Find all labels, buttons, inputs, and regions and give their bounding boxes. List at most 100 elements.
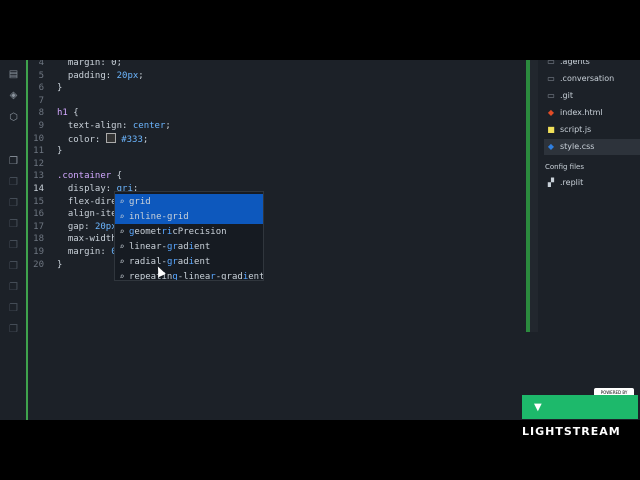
replit-icon: ▞ — [547, 178, 555, 187]
copy-icon[interactable]: ❐ — [8, 198, 19, 209]
autocomplete-text: eomet — [134, 227, 162, 237]
code-token: h1 — [57, 108, 68, 119]
code-text: padding: 20px; — [57, 70, 144, 83]
code-line[interactable]: 14 display: gri; — [28, 183, 526, 196]
autocomplete-item[interactable]: ⌕ repeating-linear-gradient — [115, 269, 264, 281]
line-number: 17 — [33, 221, 44, 232]
code-token: flex-dire — [57, 196, 117, 207]
code-line[interactable]: 12 — [28, 158, 526, 171]
code-text: margin: 0 — [57, 246, 117, 259]
book-icon[interactable]: ▤ — [8, 69, 19, 80]
code-token: 20px — [116, 70, 139, 81]
code-line[interactable]: 15 flex-dire — [28, 196, 526, 209]
search-icon: ⌕ — [119, 227, 125, 236]
copy-icon[interactable]: ❐ — [8, 156, 19, 167]
copy-icon[interactable]: ❐ — [8, 261, 19, 272]
editor-scrollbar[interactable] — [530, 60, 538, 332]
code-line[interactable]: 19 margin: 0 — [28, 246, 526, 259]
code-token: margin: 0; — [57, 60, 123, 68]
line-number: 5 — [38, 70, 44, 81]
autocomplete-text: linear- — [129, 242, 167, 252]
activity-bar: ▤ ◈ ⬡ ❐ ❐ ❐ ❐ ❐ ❐ ❐ ❐ ❐ — [0, 60, 26, 420]
autocomplete-text: inlin — [129, 212, 157, 222]
autocomplete-item[interactable]: ⌕ radial-gradient — [115, 254, 263, 269]
code-line[interactable]: 8 h1 { — [28, 107, 526, 120]
search-icon: ⌕ — [119, 272, 125, 281]
file-name: .replit — [560, 178, 584, 187]
copy-icon[interactable]: ❐ — [8, 240, 19, 251]
autocomplete-popup: ⌕ grid ⌕ inline-grid ⌕ geometricPrecision ⌕ lin… — [114, 191, 264, 281]
js-file-icon: ■ — [547, 125, 555, 134]
code-token: } — [57, 146, 63, 157]
autocomplete-text: ent — [248, 272, 264, 281]
file-item[interactable]: ■ script.js — [546, 122, 640, 138]
autocomplete-item[interactable]: ⌕ inline-grid — [115, 209, 263, 224]
autocomplete-item[interactable]: ⌕ geometricPrecision — [115, 224, 263, 239]
code-line[interactable]: 11} — [28, 145, 526, 158]
shield-icon[interactable]: ⬡ — [8, 112, 19, 123]
code-text: } — [57, 82, 62, 95]
autocomplete-text: gri — [166, 212, 184, 222]
code-token: .container — [57, 171, 112, 182]
file-item[interactable]: ▭ .agents — [546, 60, 640, 70]
code-text: margin: 0; — [57, 60, 122, 70]
line-number: 14 — [33, 184, 44, 194]
color-swatch[interactable] — [105, 132, 116, 143]
autocomplete-item[interactable]: ⌕ linear-gradient — [115, 239, 263, 254]
file-item[interactable]: ▭ .conversation — [546, 71, 640, 87]
code-editor[interactable]: 4 margin: 0; 5 padding: 20px; 6} 7 8 h1 {9 te… — [28, 60, 526, 420]
file-name: .conversation — [560, 74, 615, 83]
code-line[interactable]: 13 .container { — [28, 170, 526, 183]
code-line[interactable]: 9 text-align: center; — [28, 120, 526, 133]
folder-icon: ▭ — [547, 60, 555, 66]
code-line[interactable]: 4 margin: 0; — [28, 60, 526, 70]
autocomplete-item[interactable]: ⌕ grid — [115, 194, 263, 209]
code-text: } — [57, 145, 62, 158]
code-line[interactable]: 17 gap: 20px — [28, 221, 526, 234]
line-number: 9 — [38, 121, 44, 131]
copy-icon[interactable]: ❐ — [8, 219, 19, 230]
copy-icon[interactable]: ❐ — [8, 324, 19, 335]
code-token: text-align: — [57, 121, 133, 131]
code-line[interactable]: 18 max-width — [28, 233, 526, 246]
autocomplete-text: e- — [156, 212, 167, 222]
file-item[interactable]: ◆ style.css — [544, 139, 640, 155]
copy-icon[interactable]: ❐ — [8, 282, 19, 293]
code-token: #333 — [115, 134, 143, 145]
code-token: gap: — [57, 221, 95, 232]
file-item[interactable]: ◆ index.html — [546, 105, 640, 121]
code-line[interactable]: 6} — [28, 82, 526, 95]
lightstream-name: LIGHTSTREAM — [522, 425, 621, 438]
lightstream-logo-icon: ▼ — [534, 402, 543, 413]
autocomplete-text: d — [145, 197, 151, 207]
autocomplete-text: -grad — [215, 272, 243, 281]
code-token: } — [57, 83, 63, 94]
code-line[interactable]: 5 padding: 20px; — [28, 70, 526, 83]
code-token: margin: — [57, 247, 112, 257]
file-item[interactable]: ▭ .git — [546, 88, 640, 104]
autocomplete-text: ad — [177, 242, 189, 252]
line-number: 6 — [38, 83, 44, 94]
line-number: 18 — [33, 234, 44, 245]
code-token: display: — [57, 184, 117, 194]
autocomplete-text: gr — [166, 257, 178, 267]
code-line[interactable]: 10 color: #333; — [28, 132, 526, 146]
code-token: max-width — [57, 234, 117, 245]
code-text: max-width — [57, 233, 117, 246]
line-number: 11 — [33, 146, 44, 157]
code-line[interactable]: 20} — [28, 259, 526, 272]
css-file-icon: ◆ — [547, 142, 555, 151]
file-item[interactable]: ▞ .replit — [546, 175, 640, 191]
code-text: h1 { — [57, 107, 79, 120]
line-number: 13 — [33, 171, 44, 182]
search-icon: ⌕ — [119, 197, 125, 206]
copy-icon[interactable]: ❐ — [8, 303, 19, 314]
code-line[interactable]: 7 — [28, 95, 526, 108]
code-token: padding: — [57, 70, 117, 81]
code-line[interactable]: 16 align-ite — [28, 208, 526, 221]
layers-icon[interactable]: ◈ — [8, 90, 19, 101]
copy-icon[interactable]: ❐ — [8, 177, 19, 188]
replit-window: ▤ ◈ ⬡ ❐ ❐ ❐ ❐ ❐ ❐ ❐ ❐ ❐ 4 margin: 0; 5 pa… — [0, 60, 640, 420]
lightstream-watermark: POWERED BY ▼LIGHTSTREAM — [522, 388, 638, 438]
search-icon: ⌕ — [119, 242, 125, 251]
